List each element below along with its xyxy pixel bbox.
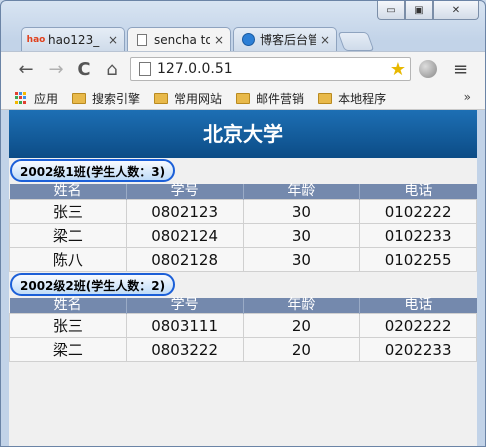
hamburger-icon: ≡: [453, 59, 469, 80]
cell-phone: 0202233: [359, 337, 477, 362]
page-content: 北京大学 2002级1班(学生人数：3) 姓名 学号 年龄 电话 张三 0802…: [9, 110, 477, 446]
cell-age: 30: [242, 199, 361, 224]
address-bar[interactable]: 127.0.0.51 ★: [130, 57, 411, 81]
cell-name: 梁二: [9, 223, 127, 248]
bookmark-apps[interactable]: 应用: [34, 90, 58, 107]
table-row[interactable]: 梁二 0802124 30 0102233: [9, 223, 477, 248]
cell-age: 20: [242, 337, 361, 362]
cell-age: 30: [242, 223, 361, 248]
minimize-button[interactable]: ▭: [377, 1, 405, 20]
column-header-age[interactable]: 年龄: [243, 184, 361, 200]
group-label[interactable]: 2002级2班(学生人数：2): [10, 273, 176, 296]
bookmark-folder-common[interactable]: 常用网站: [154, 90, 222, 107]
tab-close-icon[interactable]: ×: [214, 33, 224, 47]
tab-blog-admin[interactable]: 博客后台管 ×: [233, 27, 337, 51]
cell-age: 20: [242, 313, 361, 338]
bookmarks-bar: 应用 搜索引擎 常用网站 邮件营销 本地程序 »: [1, 87, 485, 110]
table-row[interactable]: 梁二 0803222 20 0202233: [9, 337, 477, 362]
close-icon: ✕: [451, 4, 461, 16]
page-icon: [139, 62, 151, 76]
cell-phone: 0102222: [359, 199, 477, 224]
browser-toolbar: ← → C ⌂ 127.0.0.51 ★ ≡: [1, 51, 485, 88]
cell-id: 0803111: [125, 313, 244, 338]
folder-icon: [318, 92, 333, 104]
reload-icon: C: [77, 59, 91, 80]
reload-button[interactable]: C: [73, 59, 95, 81]
back-arrow-icon: ←: [18, 59, 34, 80]
column-header-age[interactable]: 年龄: [243, 298, 361, 314]
tab-strip: hao hao123_ × sencha to × 博客后台管 ×: [1, 27, 485, 51]
folder-icon: [154, 92, 169, 104]
hao123-logo-icon: hao: [26, 34, 46, 45]
tab-close-icon[interactable]: ×: [320, 33, 330, 47]
minimize-icon: ▭: [386, 4, 396, 16]
group-header: 2002级2班(学生人数：2): [9, 272, 477, 298]
forward-arrow-icon: →: [48, 59, 64, 80]
bookmark-folder-local[interactable]: 本地程序: [318, 90, 386, 107]
table-row[interactable]: 陈八 0802128 30 0102255: [9, 247, 477, 272]
column-header-name[interactable]: 姓名: [9, 298, 127, 314]
cell-phone: 0102255: [359, 247, 477, 272]
column-header-id[interactable]: 学号: [126, 298, 244, 314]
browser-window: ▭ ▣ ✕ hao hao123_ × sencha to × 博客后台管 × …: [0, 0, 486, 447]
table-row[interactable]: 张三 0802123 30 0102222: [9, 199, 477, 224]
blog-logo-icon: [240, 33, 256, 47]
column-header-name[interactable]: 姓名: [9, 184, 127, 200]
column-header-row: 姓名 学号 年龄 电话: [9, 184, 477, 200]
home-icon: ⌂: [106, 59, 118, 80]
cell-name: 陈八: [9, 247, 127, 272]
page-icon: [134, 33, 150, 47]
cell-phone: 0102233: [359, 223, 477, 248]
tab-hao123[interactable]: hao hao123_ ×: [21, 27, 125, 51]
maximize-icon: ▣: [414, 4, 424, 16]
window-controls: ▭ ▣ ✕: [377, 1, 479, 20]
student-table: 姓名 学号 年龄 电话 张三 0802123 30 0102222 梁二 080…: [9, 184, 477, 272]
column-header-row: 姓名 学号 年龄 电话: [9, 298, 477, 314]
tab-close-icon[interactable]: ×: [108, 33, 118, 47]
table-row[interactable]: 张三 0803111 20 0202222: [9, 313, 477, 338]
bookmark-star-icon[interactable]: ★: [390, 59, 406, 80]
folder-icon: [236, 92, 251, 104]
cell-phone: 0202222: [359, 313, 477, 338]
globe-icon[interactable]: [419, 60, 437, 78]
cell-id: 0802124: [125, 223, 244, 248]
student-table: 姓名 学号 年龄 电话 张三 0803111 20 0202222 梁二 080…: [9, 298, 477, 362]
menu-button[interactable]: ≡: [453, 59, 468, 80]
cell-id: 0802128: [125, 247, 244, 272]
group-label[interactable]: 2002级1班(学生人数：3): [10, 159, 176, 182]
url-text[interactable]: 127.0.0.51: [157, 61, 390, 77]
home-button[interactable]: ⌂: [101, 59, 123, 81]
back-button[interactable]: ←: [15, 59, 37, 81]
forward-button[interactable]: →: [45, 59, 67, 81]
new-tab-button[interactable]: [337, 32, 375, 51]
column-header-id[interactable]: 学号: [126, 184, 244, 200]
page-title: 北京大学: [9, 110, 477, 158]
column-header-phone[interactable]: 电话: [359, 184, 477, 200]
bookmark-folder-search[interactable]: 搜索引擎: [72, 90, 140, 107]
cell-id: 0803222: [125, 337, 244, 362]
tab-title: hao123_: [48, 32, 100, 47]
more-bookmarks-icon[interactable]: »: [464, 90, 471, 104]
group-header: 2002级1班(学生人数：3): [9, 158, 477, 184]
tab-sencha[interactable]: sencha to ×: [127, 27, 231, 51]
tab-title: sencha to: [154, 32, 210, 47]
cell-name: 张三: [9, 313, 127, 338]
apps-icon[interactable]: [15, 91, 28, 105]
cell-id: 0802123: [125, 199, 244, 224]
bookmark-folder-email[interactable]: 邮件营销: [236, 90, 304, 107]
column-header-phone[interactable]: 电话: [359, 298, 477, 314]
cell-name: 张三: [9, 199, 127, 224]
folder-icon: [72, 92, 87, 104]
tab-title: 博客后台管: [260, 33, 316, 47]
maximize-button[interactable]: ▣: [405, 1, 433, 20]
close-window-button[interactable]: ✕: [433, 1, 479, 20]
cell-age: 30: [242, 247, 361, 272]
cell-name: 梁二: [9, 337, 127, 362]
